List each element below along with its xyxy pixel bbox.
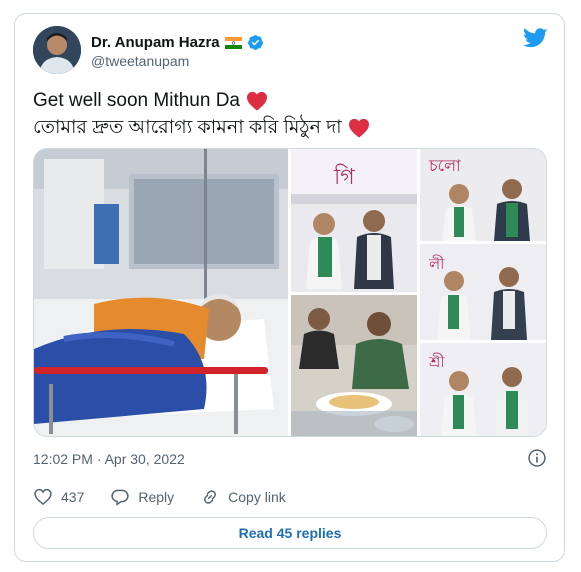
author-handle[interactable]: @tweetanupam (91, 53, 189, 69)
like-count: 437 (61, 489, 85, 505)
tweet-media[interactable]: গি চলো লী শ্রী (33, 148, 547, 437)
heart-outline-icon (34, 488, 52, 506)
reply-label: Reply (138, 489, 175, 505)
stage-photo-4[interactable]: শ্রী (420, 343, 547, 437)
tweet-card: Dr. Anupam Hazra @tweetanupam Get well s… (14, 13, 565, 562)
red-heart-icon (348, 118, 369, 138)
link-icon (204, 490, 217, 504)
author-name-row[interactable]: Dr. Anupam Hazra (91, 34, 264, 51)
copy-link-button[interactable]: Copy link (200, 487, 286, 507)
info-icon[interactable] (527, 448, 547, 468)
stage-photo-1[interactable]: গি (291, 149, 417, 292)
stage-photo-3[interactable]: লী (420, 244, 547, 340)
india-flag-icon (224, 36, 242, 49)
author-name[interactable]: Dr. Anupam Hazra (91, 34, 220, 51)
tweet-line-bengali: তোমার দ্রুত আরোগ্য কামনা করি মিঠুন দা (33, 117, 342, 138)
twitter-bird-icon[interactable] (523, 28, 548, 49)
svg-text:চলো: চলো (428, 158, 461, 175)
meal-photo[interactable] (291, 295, 417, 437)
speech-bubble-icon (111, 489, 130, 507)
red-heart-icon (247, 91, 267, 111)
stage-photo-2[interactable]: চলো (420, 149, 547, 241)
like-button[interactable]: 437 (33, 487, 84, 507)
svg-text:শ্রী: শ্রী (428, 352, 445, 371)
copy-link-label: Copy link (228, 489, 286, 505)
reply-button[interactable]: Reply (110, 487, 174, 507)
author-avatar[interactable] (33, 26, 81, 74)
verified-badge-icon (247, 35, 263, 50)
hospital-photo[interactable] (34, 149, 288, 437)
svg-text:গি: গি (333, 164, 355, 189)
read-replies-button[interactable]: Read 45 replies (33, 517, 547, 549)
tweet-text: Get well soon Mithun Da তোমার দ্রুত আরোগ… (33, 87, 548, 141)
tweet-timestamp[interactable]: 12:02 PM · Apr 30, 2022 (33, 451, 185, 467)
svg-text:লী: লী (428, 255, 445, 273)
tweet-actions: 437 Reply Copy link (33, 487, 312, 507)
tweet-line-english: Get well soon Mithun Da (33, 90, 240, 111)
